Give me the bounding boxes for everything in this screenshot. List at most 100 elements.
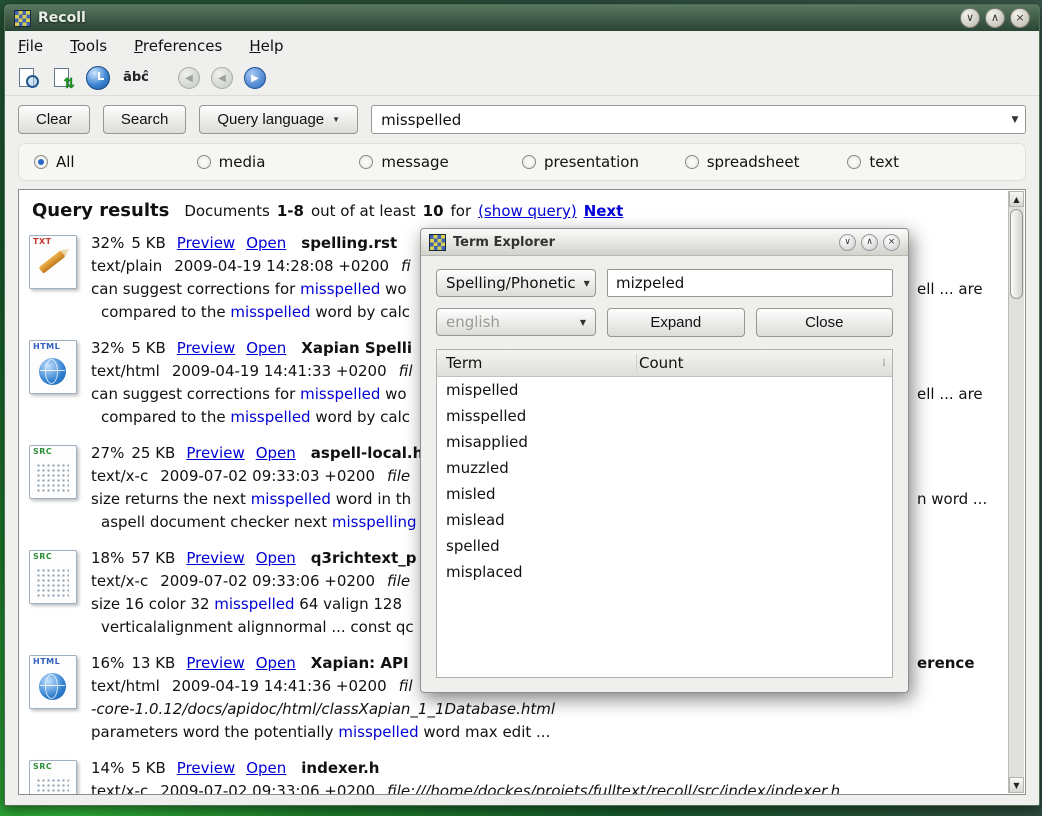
term-explorer-titlebar[interactable]: Term Explorer ∨ ∧ ×: [421, 229, 908, 256]
filter-message[interactable]: message: [359, 153, 522, 171]
dialog-shade-button[interactable]: ∨: [839, 234, 856, 251]
open-link[interactable]: Open: [256, 444, 296, 462]
close-button[interactable]: Close: [756, 308, 894, 337]
first-page-icon[interactable]: ◀: [178, 67, 200, 89]
source-glyph-icon: [36, 463, 69, 492]
doc-size: 57 KB: [131, 549, 175, 567]
result-total: 10: [423, 202, 444, 220]
query-language-select[interactable]: Query language ▼: [199, 105, 358, 134]
results-scrollbar[interactable]: ▲ ▼: [1008, 191, 1024, 793]
preview-link[interactable]: Preview: [186, 549, 244, 567]
show-query-detail-icon[interactable]: [16, 66, 40, 90]
document-history-icon[interactable]: [86, 66, 110, 90]
dialog-close-button[interactable]: ×: [883, 234, 900, 251]
language-select[interactable]: english ▼: [436, 308, 596, 336]
term-table-header[interactable]: Term Count ⁞: [437, 350, 892, 377]
clear-button[interactable]: Clear: [18, 105, 90, 134]
relevance-percent: 14%: [91, 759, 124, 777]
filter-text[interactable]: text: [847, 153, 1010, 171]
result-item: SRC14%5 KBPreviewOpenindexer.htext/x-c20…: [29, 757, 1007, 794]
doc-title-fragment: erence: [917, 652, 975, 675]
radio-icon: [685, 155, 699, 169]
count-column-header[interactable]: Count: [637, 354, 876, 372]
previous-page-icon[interactable]: ◀: [211, 67, 233, 89]
highlighted-term: misspelled: [230, 303, 310, 321]
count-cell: [637, 533, 892, 559]
open-link[interactable]: Open: [246, 339, 286, 357]
query-results-title: Query results: [32, 200, 169, 221]
highlighted-term: misspelled: [338, 723, 418, 741]
doc-title: indexer.h: [301, 759, 379, 777]
maximize-button[interactable]: ∧: [985, 8, 1005, 28]
open-link[interactable]: Open: [256, 549, 296, 567]
titlebar[interactable]: Recoll ∨ ∧ ×: [5, 5, 1039, 31]
show-query-link[interactable]: (show query): [478, 202, 577, 220]
close-button[interactable]: ×: [1010, 8, 1030, 28]
doc-size: 25 KB: [131, 444, 175, 462]
menu-file[interactable]: File: [18, 37, 43, 55]
term-explorer-icon[interactable]: ābĉ: [121, 66, 151, 90]
open-link[interactable]: Open: [246, 759, 286, 777]
snippet-fragment: n word ...: [917, 488, 987, 511]
open-link[interactable]: Open: [246, 234, 286, 252]
term-row[interactable]: mispelled: [437, 377, 892, 403]
term-explorer-window: Term Explorer ∨ ∧ × Spelling/Phonetic ▼ …: [420, 228, 909, 693]
preview-link[interactable]: Preview: [186, 444, 244, 462]
update-index-icon[interactable]: [51, 66, 75, 90]
relevance-percent: 16%: [91, 654, 124, 672]
filter-media[interactable]: media: [197, 153, 360, 171]
term-row[interactable]: misled: [437, 481, 892, 507]
filter-label: presentation: [544, 153, 639, 171]
doc-url: file:///home/dockes/projets/fulltext/rec…: [387, 782, 840, 794]
doc-title: Xapian: API: [311, 654, 409, 672]
term-row[interactable]: mislead: [437, 507, 892, 533]
relevance-percent: 18%: [91, 549, 124, 567]
expansion-mode-select[interactable]: Spelling/Phonetic ▼: [436, 269, 596, 297]
filter-presentation[interactable]: presentation: [522, 153, 685, 171]
term-column-header[interactable]: Term: [437, 354, 637, 372]
mime-type: text/x-c: [91, 782, 148, 794]
expand-button[interactable]: Expand: [607, 308, 745, 337]
scroll-up-icon[interactable]: ▲: [1009, 191, 1024, 207]
term-input[interactable]: [607, 269, 893, 297]
scroll-down-icon[interactable]: ▼: [1009, 777, 1024, 793]
window-buttons: ∨ ∧ ×: [960, 8, 1030, 28]
filter-spreadsheet[interactable]: spreadsheet: [685, 153, 848, 171]
term-cell: misled: [437, 481, 637, 507]
chevron-down-icon: ▼: [584, 279, 590, 288]
menu-help[interactable]: Help: [249, 37, 283, 55]
term-row[interactable]: spelled: [437, 533, 892, 559]
preview-link[interactable]: Preview: [177, 234, 235, 252]
scrollbar-thumb[interactable]: [1010, 209, 1023, 299]
column-menu-icon[interactable]: ⁞: [876, 358, 892, 369]
search-input[interactable]: [372, 111, 1005, 129]
filter-all[interactable]: All: [34, 153, 197, 171]
term-row[interactable]: misapplied: [437, 429, 892, 455]
next-page-link[interactable]: Next: [584, 202, 624, 220]
open-link[interactable]: Open: [256, 654, 296, 672]
snippet-fragment: ell ... are: [917, 278, 983, 301]
result-title-line: 14%5 KBPreviewOpenindexer.h: [91, 757, 840, 780]
term-row[interactable]: misspelled: [437, 403, 892, 429]
preview-link[interactable]: Preview: [186, 654, 244, 672]
search-button[interactable]: Search: [103, 105, 187, 134]
preview-link[interactable]: Preview: [177, 339, 235, 357]
snippet-line: -core-1.0.12/docs/apidoc/html/classXapia…: [91, 698, 555, 721]
snippet-line: can suggest corrections for misspelled w…: [91, 383, 413, 406]
term-row[interactable]: muzzled: [437, 455, 892, 481]
preview-link[interactable]: Preview: [177, 759, 235, 777]
next-page-icon[interactable]: ▶: [244, 67, 266, 89]
shade-button[interactable]: ∨: [960, 8, 980, 28]
result-meta-line: text/html2009-04-19 14:41:33 +0200fil: [91, 360, 413, 383]
relevance-percent: 27%: [91, 444, 124, 462]
term-row[interactable]: misplaced: [437, 559, 892, 585]
menu-preferences[interactable]: Preferences: [134, 37, 222, 55]
term-list: mispelledmisspelledmisappliedmuzzledmisl…: [437, 377, 892, 677]
menu-tools[interactable]: Tools: [70, 37, 107, 55]
mime-type: text/plain: [91, 257, 162, 275]
term-explorer-title: Term Explorer: [453, 235, 555, 250]
file-type-tag: HTML: [33, 342, 60, 351]
search-history-dropdown-icon[interactable]: ▼: [1005, 115, 1025, 125]
recoll-logo-icon: [429, 234, 446, 251]
dialog-maximize-button[interactable]: ∧: [861, 234, 878, 251]
